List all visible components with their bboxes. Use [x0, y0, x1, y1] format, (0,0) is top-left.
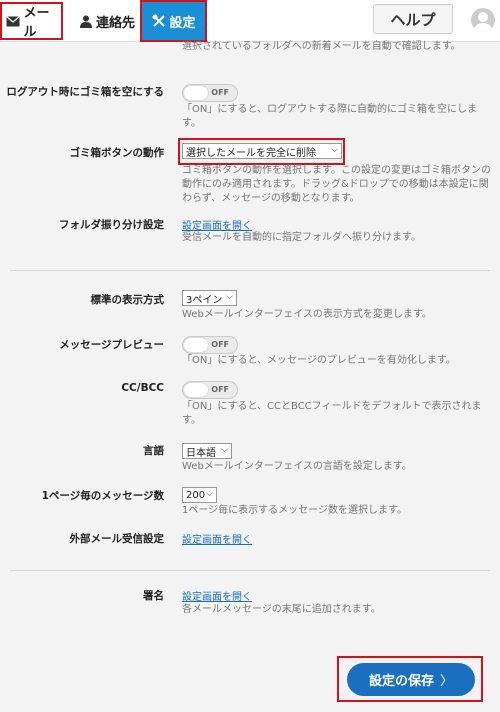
folder-sort-desc: 受信メールを自動的に指定フォルダへ振り分けます。 [182, 232, 421, 243]
external-mail-link[interactable]: 設定画面を開く [182, 531, 252, 546]
trash-button-value: 選択したメールを完全に削除 [186, 147, 316, 159]
toggle-knob [184, 383, 208, 397]
per-page-label: 1ページ毎のメッセージ数 [41, 490, 164, 502]
signature-desc: 各メールメッセージの末尾に追加されます。 [182, 604, 381, 615]
logout-trash-desc: 「ON」にすると、ログアウトする際に自動的にゴミ箱を空にします。 [182, 104, 478, 129]
tab-mail[interactable]: メール [0, 2, 63, 40]
display-mode-value: 3ペイン [186, 294, 223, 306]
toggle-state: OFF [211, 88, 229, 97]
tools-icon [151, 14, 166, 29]
tab-contacts[interactable]: 連絡先 [76, 0, 138, 42]
language-desc: Webメールインターフェイスの言語を設定します。 [182, 461, 412, 472]
tab-settings[interactable]: 設定 [140, 0, 207, 42]
folder-sort-label: フォルダ振り分け設定 [59, 219, 164, 231]
chevron-right-icon: 〉 [440, 674, 454, 689]
tab-settings-label: 設定 [169, 15, 196, 31]
ccbcc-label: CC/BCC [121, 382, 164, 394]
chevron-down-icon: ⌵ [331, 145, 338, 155]
person-icon [78, 14, 93, 29]
section-divider [10, 570, 490, 571]
preview-label: メッセージプレビュー [59, 339, 164, 351]
display-mode-select[interactable]: 3ペイン ⌵ [182, 290, 237, 306]
language-label: 言語 [143, 445, 164, 457]
trash-button-desc: ゴミ箱ボタンの動作を選択します。この設定の変更はゴミ箱ボタンの動作にのみ適用され… [182, 165, 491, 204]
language-select[interactable]: 日本語 ⌵ [182, 443, 232, 459]
trash-button-label: ゴミ箱ボタンの動作 [69, 147, 165, 159]
preview-desc: 「ON」にすると、メッセージのプレビューを有効化します。 [182, 355, 456, 366]
preview-toggle[interactable]: OFF [182, 336, 238, 354]
save-button[interactable]: 設定の保存 〉 [347, 663, 475, 696]
save-button-highlight: 設定の保存 〉 [337, 656, 483, 702]
per-page-select[interactable]: 200 ⌵ [182, 487, 217, 503]
toggle-state: OFF [211, 385, 229, 394]
signature-link[interactable]: 設定画面を開く [182, 588, 252, 603]
per-page-value: 200 [186, 489, 206, 501]
toggle-state: OFF [211, 340, 229, 349]
folder-sort-link[interactable]: 設定画面を開く [182, 217, 252, 232]
save-button-label: 設定の保存 [368, 674, 434, 689]
avatar[interactable] [471, 8, 495, 32]
language-value: 日本語 [186, 447, 216, 459]
chevron-down-icon: ⌵ [226, 292, 233, 302]
signature-label: 署名 [143, 590, 164, 602]
tab-contacts-label: 連絡先 [96, 15, 136, 31]
display-mode-desc: Webメールインターフェイスの表示方式を変更します。 [182, 309, 432, 320]
ccbcc-desc: 「ON」にすると、CCとBCCフィールドをデフォルトで表示されます。 [182, 401, 482, 426]
external-mail-label: 外部メール受信設定 [69, 533, 165, 545]
ccbcc-toggle[interactable]: OFF [182, 381, 238, 399]
chevron-down-icon: ⌵ [206, 489, 213, 499]
logout-trash-label: ログアウト時にゴミ箱を空にする [6, 86, 164, 98]
top-nav: メール 連絡先 設定 ヘルプ [0, 0, 500, 42]
chevron-down-icon: ⌵ [221, 445, 228, 455]
per-page-desc: 1ページ毎に表示するメッセージ数を選択します。 [182, 505, 407, 516]
display-mode-label: 標準の表示方式 [90, 294, 165, 306]
envelope-icon [6, 14, 21, 29]
section-divider [10, 270, 490, 271]
trash-button-select[interactable]: 選択したメールを完全に削除 ⌵ [182, 143, 342, 159]
toggle-knob [184, 86, 208, 100]
folder-check-desc: 選択されているフォルダへの新着メールを自動で確認します。 [182, 41, 461, 52]
toggle-knob [184, 338, 208, 352]
logout-trash-toggle[interactable]: OFF [182, 84, 238, 102]
tab-mail-label: メール [23, 6, 50, 40]
help-button[interactable]: ヘルプ [373, 4, 453, 34]
